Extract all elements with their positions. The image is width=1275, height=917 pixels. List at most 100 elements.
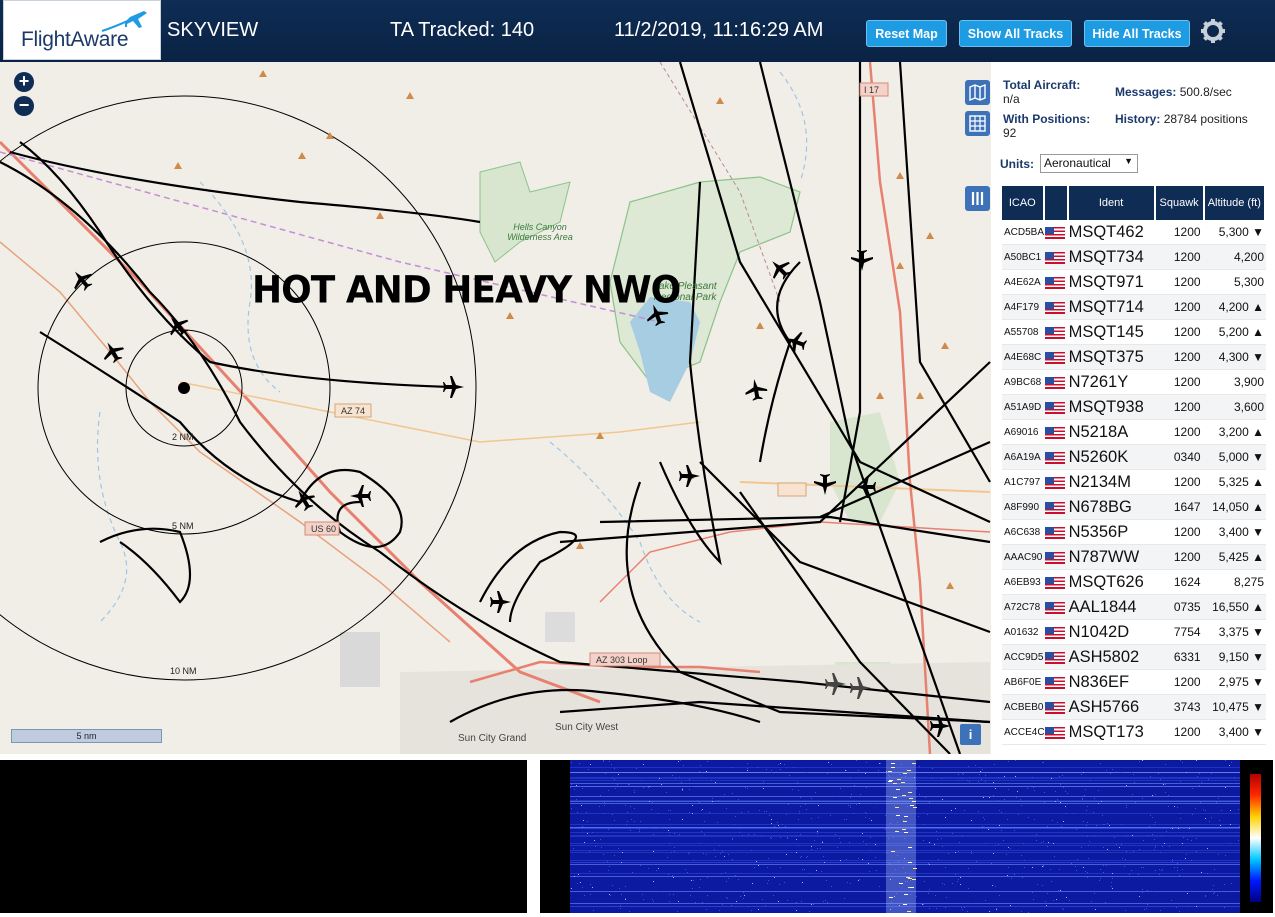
table-row[interactable]: A55708 MSQT145 1200 5,200 ▲ [1002,320,1266,345]
altitude-cell: 3,400 ▼ [1204,520,1266,545]
icao-cell: AAAC90 [1002,545,1045,570]
squawk-cell: 1624 [1155,570,1205,595]
place-label-sun-city-west: Sun City West [555,722,619,733]
altitude-cell: 14,050 ▲ [1204,495,1266,520]
us-flag-icon [1044,476,1065,489]
ident-cell: N2134M [1068,470,1156,495]
table-row[interactable]: AB6F0E N836EF 1200 2,975 ▼ [1002,670,1266,695]
flag-cell [1044,345,1069,370]
table-row[interactable]: A9BC68 N7261Y 1200 3,900 [1002,370,1266,395]
table-row[interactable]: ACC9D5 ASH5802 6331 9,150 ▼ [1002,645,1266,670]
table-row[interactable]: A1C797 N2134M 1200 5,325 ▲ [1002,470,1266,495]
icao-cell: A72C78 [1002,595,1045,620]
altitude-cell: 2,975 ▼ [1204,670,1266,695]
zoom-out-button[interactable]: − [14,96,34,116]
flag-cell [1044,545,1069,570]
col-header-squawk[interactable]: Squawk [1155,186,1205,220]
ident-cell: MSQT626 [1068,570,1156,595]
map-layer [0,62,991,754]
table-row[interactable]: ACCE4C MSQT173 1200 3,400 ▼ [1002,720,1266,745]
altitude-cell: 5,425 ▲ [1204,545,1266,570]
flag-cell [1044,470,1069,495]
squawk-cell: 1200 [1155,395,1205,420]
ident-cell: MSQT734 [1068,245,1156,270]
flag-cell [1044,295,1069,320]
units-select-value: Aeronautical [1044,156,1111,170]
waterfall-panel [540,760,1273,913]
table-row[interactable]: A6A19A N5260K 0340 5,000 ▼ [1002,445,1266,470]
zoom-in-button[interactable]: + [14,72,34,92]
altitude-cell: 5,200 ▲ [1204,320,1266,345]
icao-cell: A51A9D [1002,395,1045,420]
table-row[interactable]: A51A9D MSQT938 1200 3,600 [1002,395,1266,420]
col-header-icao[interactable]: ICAO [1002,186,1045,220]
table-row[interactable]: A69016 N5218A 1200 3,200 ▲ [1002,420,1266,445]
grid-toggle-button[interactable] [965,111,990,136]
total-aircraft-label: Total Aircraft: [1003,78,1081,92]
altitude-cell: 4,300 ▼ [1204,345,1266,370]
gear-icon[interactable] [1199,17,1227,45]
waterfall-display [570,760,1240,913]
flightaware-logo[interactable]: FlightAware [3,0,161,60]
range-ring-10nm-label: 10 NM [170,666,197,676]
us-flag-icon [1044,676,1065,689]
table-row[interactable]: A4F179 MSQT714 1200 4,200 ▲ [1002,295,1266,320]
squawk-cell: 1200 [1155,345,1205,370]
altitude-cell: 4,200 [1204,245,1266,270]
table-row[interactable]: A6EB93 MSQT626 1624 8,275 [1002,570,1266,595]
col-header-flag[interactable] [1044,186,1069,220]
flag-cell [1044,320,1069,345]
ident-cell: MSQT938 [1068,395,1156,420]
show-all-tracks-button[interactable]: Show All Tracks [959,20,1072,47]
squawk-cell: 1200 [1155,320,1205,345]
info-button[interactable]: i [960,724,981,745]
table-row[interactable]: A4E62A MSQT971 1200 5,300 [1002,270,1266,295]
flag-cell [1044,395,1069,420]
color-scale-bar [1250,774,1261,902]
squawk-cell: 3743 [1155,695,1205,720]
ident-cell: N5356P [1068,520,1156,545]
ident-cell: MSQT145 [1068,320,1156,345]
col-header-ident[interactable]: Ident [1068,186,1156,220]
map-layers-button[interactable] [965,80,990,105]
table-row[interactable]: AAAC90 N787WW 1200 5,425 ▲ [1002,545,1266,570]
road-label-i17: I 17 [864,85,880,95]
us-flag-icon [1044,551,1065,564]
waterfall-noise [570,760,1240,913]
altitude-cell: 3,900 [1204,370,1266,395]
table-row[interactable]: ACD5BA MSQT462 1200 5,300 ▼ [1002,220,1266,245]
altitude-cell: 5,300 [1204,270,1266,295]
icao-cell: ACD5BA [1002,220,1045,245]
table-row[interactable]: A01632 N1042D 7754 3,375 ▼ [1002,620,1266,645]
hide-all-tracks-button[interactable]: Hide All Tracks [1084,20,1190,47]
table-row[interactable]: A6C638 N5356P 1200 3,400 ▼ [1002,520,1266,545]
flag-cell [1044,270,1069,295]
table-row[interactable]: A4E68C MSQT375 1200 4,300 ▼ [1002,345,1266,370]
table-row[interactable]: ACBEB0 ASH5766 3743 10,475 ▼ [1002,695,1266,720]
col-header-altitude[interactable]: Altitude (ft) [1204,186,1266,220]
icao-cell: AB6F0E [1002,670,1045,695]
icao-cell: A6C638 [1002,520,1045,545]
units-select[interactable]: Aeronautical ▼ [1040,154,1138,173]
units-label: Units: [1000,157,1034,171]
squawk-cell: 1200 [1155,245,1205,270]
columns-icon [971,192,984,205]
us-flag-icon [1044,576,1065,589]
column-toggle-button[interactable] [965,186,990,211]
flag-cell [1044,495,1069,520]
ident-cell: MSQT462 [1068,220,1156,245]
table-row[interactable]: A50BC1 MSQT734 1200 4,200 [1002,245,1266,270]
icao-cell: A4F179 [1002,295,1045,320]
table-row[interactable]: A8F990 N678BG 1647 14,050 ▲ [1002,495,1266,520]
total-aircraft-value: n/a [1003,92,1020,106]
ident-cell: N5260K [1068,445,1156,470]
us-flag-icon [1044,651,1065,664]
map-scale-bar: 5 nm [11,729,162,743]
table-row[interactable]: A72C78 AAL1844 0735 16,550 ▲ [1002,595,1266,620]
ident-cell: MSQT714 [1068,295,1156,320]
logo-text: FlightAware [21,28,129,51]
messages-label: Messages: [1115,85,1177,99]
reset-map-button[interactable]: Reset Map [866,20,947,47]
map-canvas[interactable]: AZ 74 US 60 AZ 303 Loop I 17 2 NM 5 NM 1… [0,62,991,754]
squawk-cell: 0735 [1155,595,1205,620]
